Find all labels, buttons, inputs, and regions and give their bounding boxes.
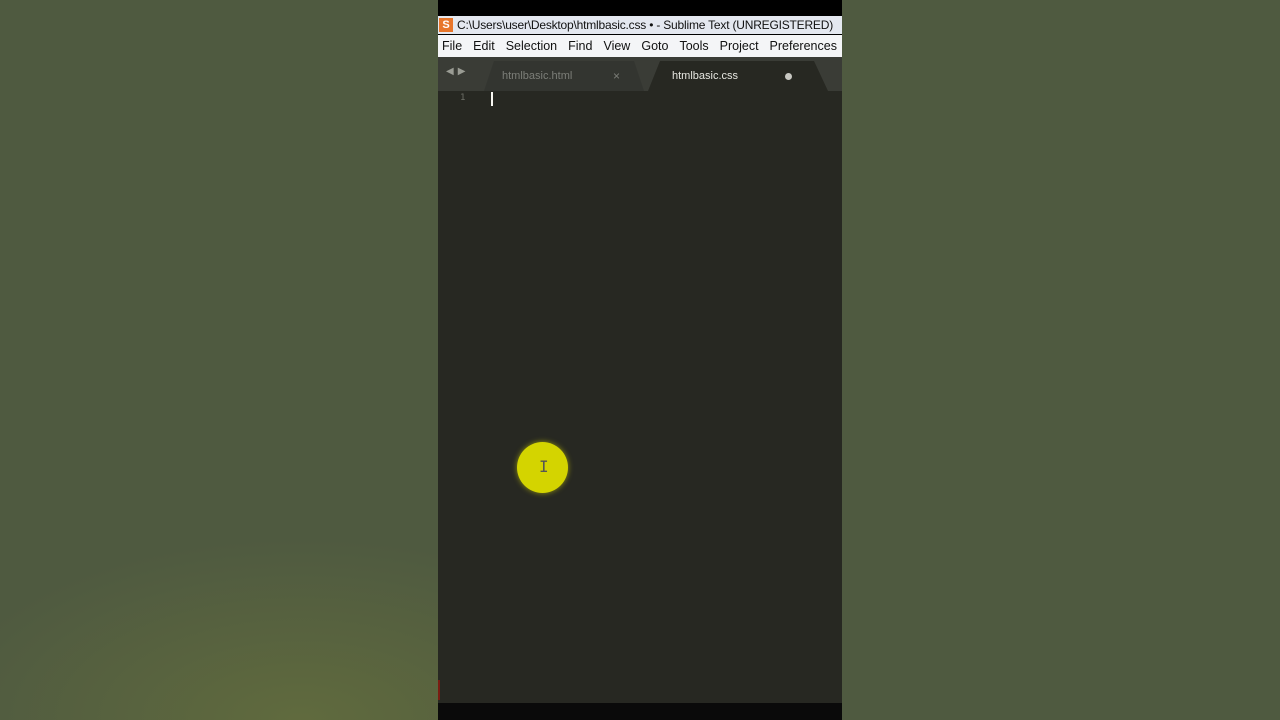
unsaved-dot-icon[interactable] — [785, 72, 792, 80]
menu-goto[interactable]: Goto — [637, 39, 675, 53]
ibeam-cursor-icon: I — [539, 457, 549, 476]
chevron-right-icon[interactable]: ▶ — [458, 66, 466, 77]
sublime-text-window: S C:\Users\user\Desktop\htmlbasic.css • … — [438, 0, 842, 720]
status-bar — [438, 703, 842, 720]
line-number: 1 — [460, 93, 466, 103]
close-icon[interactable]: × — [613, 69, 620, 83]
tab-htmlbasic-html[interactable]: htmlbasic.html × — [484, 61, 644, 91]
menu-tools[interactable]: Tools — [675, 39, 715, 53]
menu-view[interactable]: View — [599, 39, 637, 53]
tab-label: htmlbasic.css — [672, 70, 739, 82]
sublime-logo-icon: S — [439, 18, 453, 32]
menu-selection[interactable]: Selection — [502, 39, 564, 53]
tab-bar: ◀ ▶ htmlbasic.html × htmlbasic.css — [438, 57, 842, 91]
code-editor[interactable]: 1 — [438, 91, 842, 703]
menu-bar: File Edit Selection Find View Goto Tools… — [438, 35, 842, 57]
text-caret — [491, 92, 493, 106]
menu-find[interactable]: Find — [564, 39, 599, 53]
menu-file[interactable]: File — [438, 39, 469, 53]
title-bar: S C:\Users\user\Desktop\htmlbasic.css • … — [438, 16, 842, 34]
menu-project[interactable]: Project — [716, 39, 766, 53]
tab-label: htmlbasic.html — [502, 70, 573, 82]
chevron-left-icon[interactable]: ◀ — [446, 66, 454, 77]
tab-nav-arrows: ◀ ▶ — [446, 66, 465, 77]
edge-marker — [438, 680, 440, 700]
window-title: C:\Users\user\Desktop\htmlbasic.css • - … — [457, 18, 834, 32]
tab-htmlbasic-css[interactable]: htmlbasic.css — [648, 61, 828, 91]
menu-edit[interactable]: Edit — [469, 39, 502, 53]
menu-preferences[interactable]: Preferences — [766, 39, 842, 53]
